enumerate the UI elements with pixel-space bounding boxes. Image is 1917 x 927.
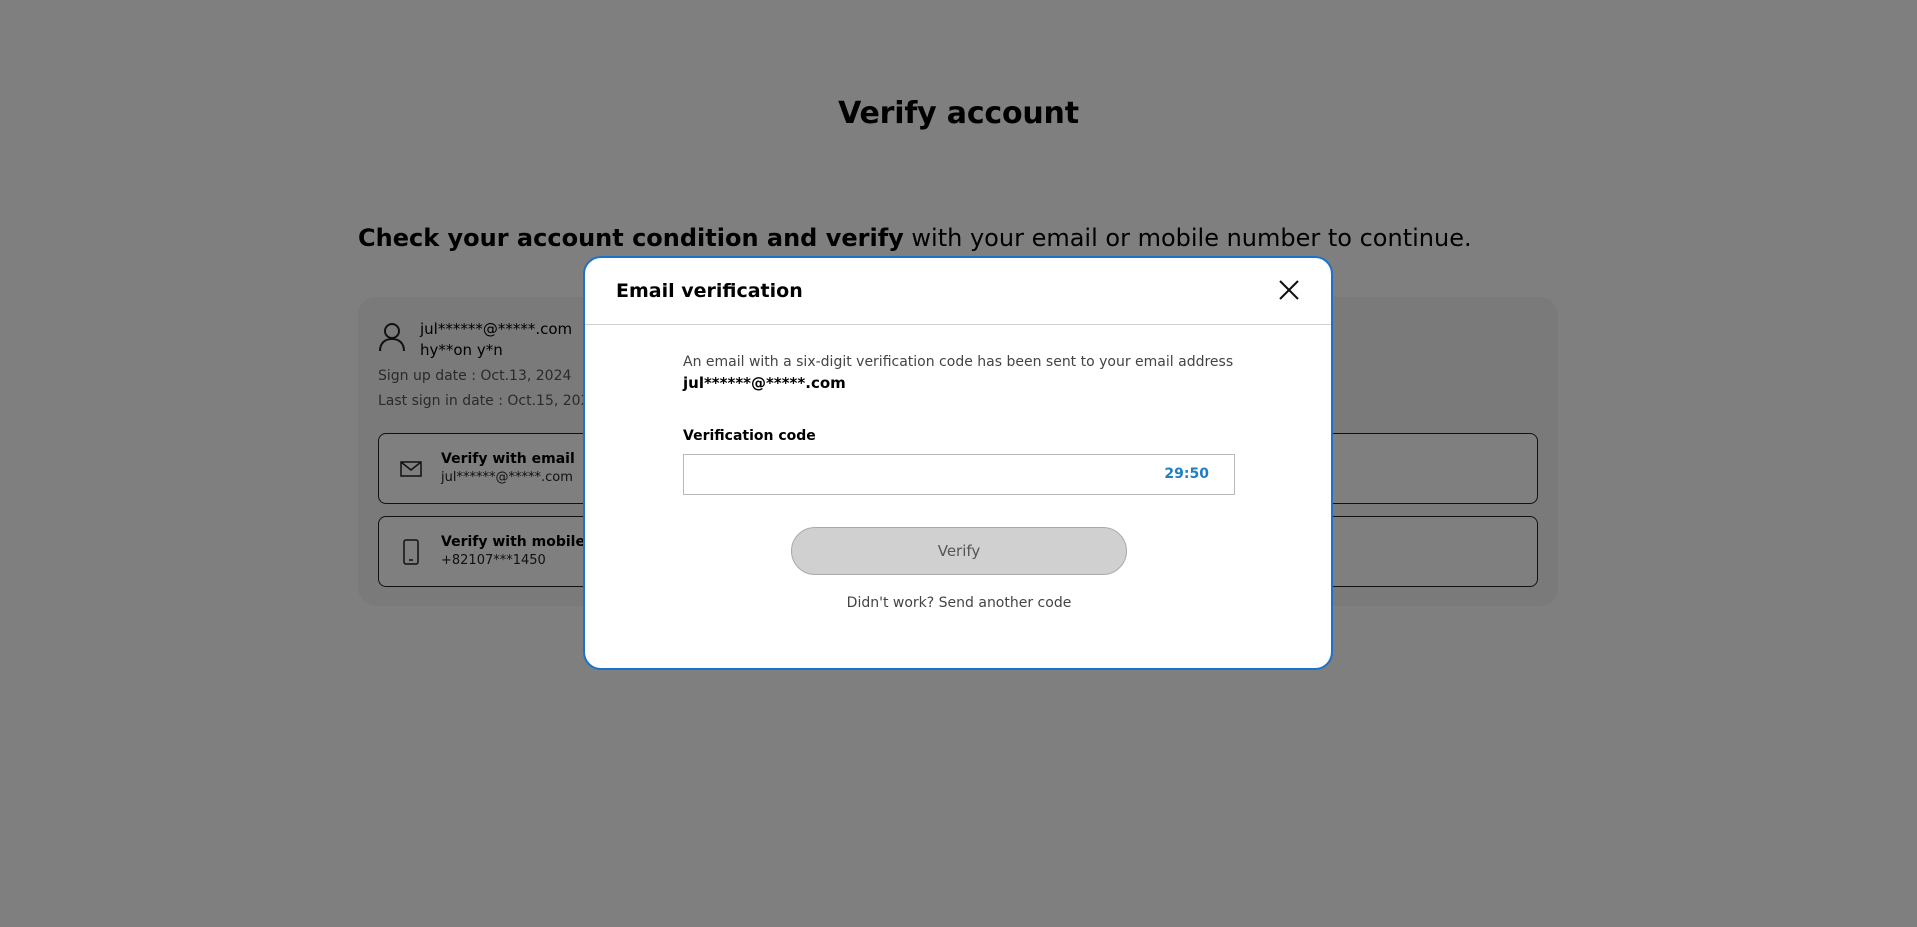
verification-code-input[interactable] [684,455,1234,494]
modal-title: Email verification [616,280,803,302]
modal-header: Email verification [585,258,1331,325]
close-icon [1279,280,1299,300]
verify-button[interactable]: Verify [791,527,1127,575]
countdown-timer: 29:50 [1164,466,1209,482]
send-another-code-link[interactable]: Didn't work? Send another code [683,595,1235,611]
verification-description: An email with a six-digit verification c… [683,354,1234,370]
close-button[interactable] [1277,278,1301,302]
modal-body: An email with a six-digit verification c… [683,352,1235,611]
email-verification-modal: Email verification An email with a six-d… [583,256,1333,670]
verification-code-field: 29:50 [683,454,1235,495]
verification-code-label: Verification code [683,428,816,444]
verification-email: jul******@*****.com [683,374,846,392]
